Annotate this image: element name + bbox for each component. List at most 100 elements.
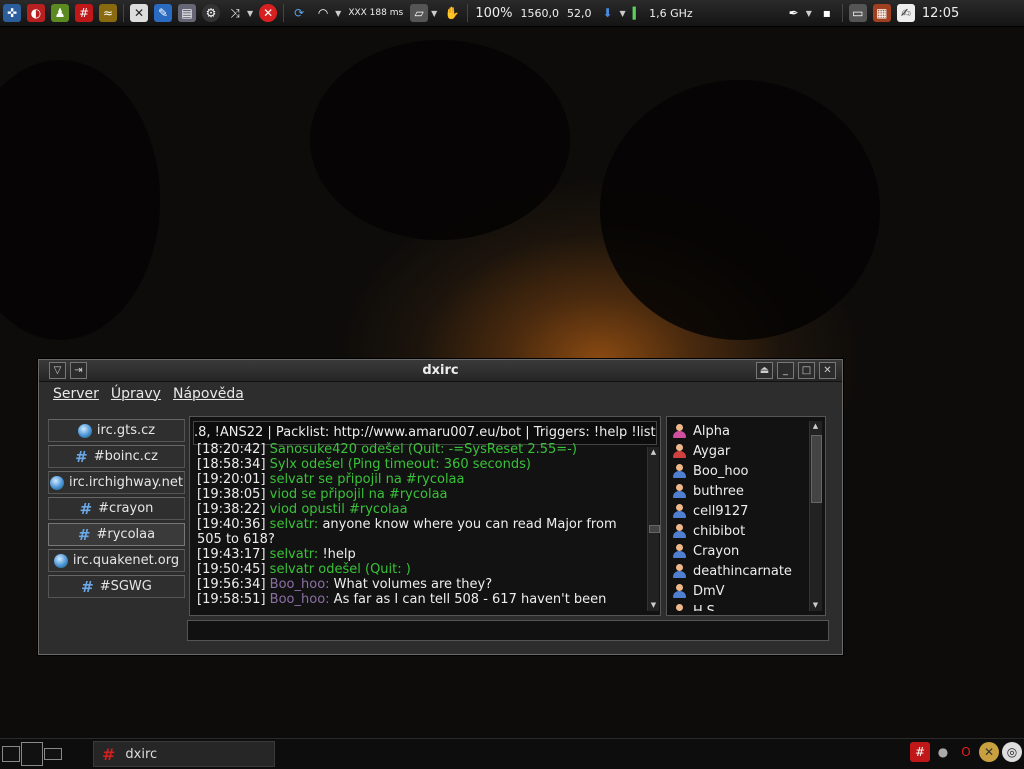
close-red-icon[interactable]: ✕ [259, 4, 278, 22]
maximize-icon[interactable]: □ [798, 362, 815, 379]
tree-item-label: #boinc.cz [93, 449, 158, 464]
user-list-scrollbar[interactable]: ▲ ▼ [809, 421, 822, 611]
chevron-down-icon[interactable]: ▼ [335, 9, 341, 18]
user-list-item[interactable]: Crayon [673, 541, 809, 561]
shuffle-icon[interactable]: ⤨ [226, 4, 244, 22]
user-list-item[interactable]: cell9127 [673, 501, 809, 521]
tree-item-channel[interactable]: # #crayon [48, 497, 185, 520]
desktop-pager[interactable] [2, 742, 63, 766]
user-list-item[interactable]: Aygar [673, 441, 809, 461]
chat-nick[interactable]: Boo_hoo: [270, 577, 330, 592]
clock: 12:05 [921, 5, 960, 21]
user-list-item[interactable]: DmV [673, 581, 809, 601]
chat-scrollbar[interactable]: ▲ ▼ [647, 447, 660, 611]
scroll-up-icon[interactable]: ▲ [810, 421, 821, 432]
lock-icon[interactable]: ▪ [818, 4, 836, 22]
user-list-item[interactable]: Boo_hoo [673, 461, 809, 481]
user-icon [673, 504, 686, 518]
screenshot-icon[interactable]: ▦ [872, 4, 891, 22]
refresh-icon[interactable]: ⟳ [290, 4, 308, 22]
chat-timestamp: [19:43:17] [197, 547, 266, 562]
dxirc-tray-icon[interactable]: # [910, 742, 930, 762]
pen-icon[interactable]: ✒ [785, 4, 803, 22]
hand-icon[interactable]: ✋ [443, 4, 461, 22]
user-list-item[interactable]: deathincarnate [673, 561, 809, 581]
chat-nick[interactable]: selvatr: [270, 547, 319, 562]
terminal-icon[interactable]: ▭ [848, 4, 867, 22]
tree-item-channel[interactable]: # #rycolaa [48, 523, 185, 546]
scroll-down-icon[interactable]: ▼ [648, 600, 659, 611]
title-bar[interactable]: ▽ ⇥ dxirc ⏏ _ □ ✕ [39, 360, 842, 382]
game-icon[interactable]: ≈ [99, 4, 117, 22]
chat-line: [19:43:17] selvatr: !help [193, 547, 645, 562]
desktop-3[interactable] [44, 748, 62, 760]
minimize-icon[interactable]: _ [777, 362, 794, 379]
user-icon [673, 464, 686, 478]
user-icon [673, 524, 686, 538]
message-input[interactable] [188, 623, 828, 642]
shade-icon[interactable]: ⏏ [756, 362, 773, 379]
opera-tray-icon[interactable]: O [956, 742, 976, 762]
shield-icon[interactable]: ✕ [979, 742, 999, 762]
user-icon [673, 444, 686, 458]
wifi-icon[interactable]: ◠ [314, 4, 332, 22]
user-list-item[interactable]: Alpha [673, 421, 809, 441]
scroll-up-icon[interactable]: ▲ [648, 447, 659, 458]
taskbar-item-label: dxirc [125, 746, 158, 762]
background-tree [0, 60, 160, 340]
storage-icon[interactable]: ▤ [178, 4, 196, 22]
chat-timestamp: [19:50:45] [197, 562, 266, 577]
chevron-down-icon[interactable]: ▼ [620, 9, 626, 18]
chat-nick[interactable]: selvatr: [270, 517, 319, 532]
status-dot-icon[interactable]: ● [933, 742, 953, 762]
notes-icon[interactable]: ✍ [896, 4, 915, 22]
display-icon[interactable]: ▱ [410, 4, 429, 22]
user-icon-body [673, 551, 686, 558]
xkill-icon[interactable]: ✕ [130, 4, 148, 22]
desktop-2[interactable] [21, 742, 43, 766]
chat-nick[interactable]: Boo_hoo: [270, 592, 330, 606]
chat-line: [19:40:36] selvatr: anyone know where yo… [193, 517, 645, 547]
close-icon[interactable]: ✕ [819, 362, 836, 379]
tree-item-channel[interactable]: # #boinc.cz [48, 445, 185, 468]
battery-percent: 100% [475, 5, 513, 21]
chevron-down-icon[interactable]: ▼ [806, 9, 812, 18]
network-icon[interactable]: ◎ [1002, 742, 1022, 762]
tree-item-server[interactable]: irc.irchighway.net [48, 471, 185, 494]
user-icon [673, 484, 686, 498]
chevron-down-icon[interactable]: ▼ [247, 9, 253, 18]
chat-line: [19:58:51] Boo_hoo: As far as I can tell… [193, 592, 645, 606]
user-icon-head [676, 484, 683, 491]
dxirc-launcher-icon[interactable]: # [75, 4, 93, 22]
menu-icon[interactable]: ✜ [3, 4, 21, 22]
tools-icon[interactable]: ✎ [154, 4, 172, 22]
chevron-down-icon[interactable]: ▼ [431, 9, 437, 18]
user-list-item[interactable]: buthree [673, 481, 809, 501]
tree-item-channel[interactable]: # #SGWG [48, 575, 185, 598]
opera-icon[interactable]: ◐ [27, 4, 45, 22]
chat-timestamp: [18:20:42] [197, 442, 266, 457]
user-list-item[interactable]: chibibot [673, 521, 809, 541]
scroll-down-icon[interactable]: ▼ [810, 600, 821, 611]
message-input-box [187, 620, 829, 642]
user-icon-head [676, 524, 683, 531]
user-icon [673, 584, 686, 598]
settings-gear-icon[interactable]: ⚙ [202, 4, 220, 22]
user-list-item[interactable]: H.S. [673, 601, 809, 611]
person-icon[interactable]: ♟ [51, 4, 69, 22]
desktop-1[interactable] [2, 746, 20, 762]
scroll-thumb[interactable] [649, 525, 660, 533]
channel-hash-icon: # [81, 577, 94, 596]
chat-timestamp: [18:58:34] [197, 457, 266, 472]
menu-edit[interactable]: Úpravy [111, 386, 161, 402]
user-name: Aygar [693, 443, 731, 459]
scroll-thumb[interactable] [811, 435, 822, 503]
menu-help[interactable]: Nápověda [173, 386, 244, 402]
cpu-bar-icon: ▍ [632, 6, 642, 20]
menu-server[interactable]: Server [53, 386, 99, 402]
user-icon-head [676, 504, 683, 511]
taskbar-item-dxirc[interactable]: # dxirc [93, 741, 275, 767]
tree-item-server[interactable]: irc.quakenet.org [48, 549, 185, 572]
tree-item-server[interactable]: irc.gts.cz [48, 419, 185, 442]
download-icon[interactable]: ⬇ [599, 4, 617, 22]
